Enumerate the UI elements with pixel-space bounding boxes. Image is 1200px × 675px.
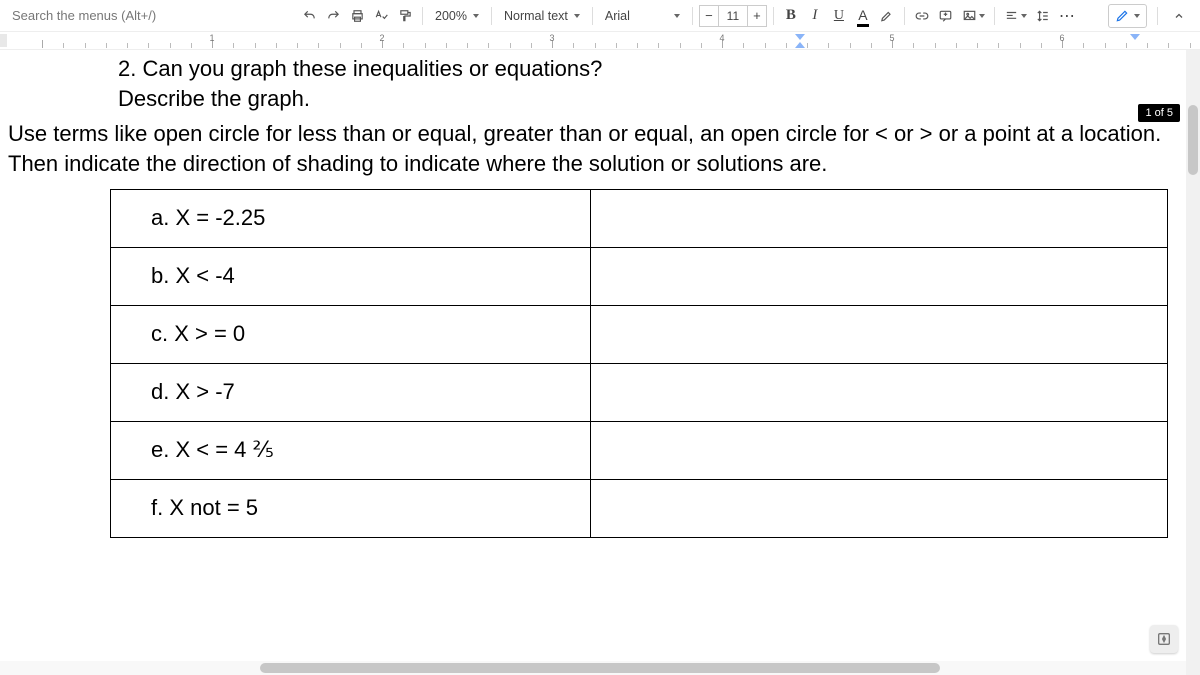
print-button[interactable] (346, 4, 368, 28)
table-cell-expression[interactable]: b. X < -4 (111, 247, 591, 305)
left-indent-marker[interactable] (795, 42, 805, 48)
redo-button[interactable] (322, 4, 344, 28)
separator (994, 7, 995, 25)
paragraph-style-dropdown[interactable]: Normal text (498, 4, 586, 28)
scroll-thumb[interactable] (260, 663, 940, 673)
chevron-down-icon (473, 14, 479, 18)
font-label: Arial (605, 9, 630, 23)
font-size-group: − 11 + (699, 5, 767, 27)
table-row[interactable]: b. X < -4 (111, 247, 1168, 305)
vertical-scrollbar[interactable] (1186, 50, 1200, 675)
ruler-number: 4 (719, 33, 724, 43)
inequality-table[interactable]: a. X = -2.25b. X < -4c. X > = 0d. X > -7… (110, 189, 1168, 538)
question-body[interactable]: Use terms like open circle for less than… (8, 119, 1176, 178)
more-button[interactable]: ⋯ (1056, 4, 1079, 28)
font-size-input[interactable]: 11 (719, 5, 747, 27)
insert-image-button[interactable] (959, 4, 988, 28)
ruler-number: 3 (549, 33, 554, 43)
separator (491, 7, 492, 25)
zoom-dropdown[interactable]: 200% (429, 4, 485, 28)
right-indent-marker[interactable] (1130, 34, 1140, 40)
text-color-button[interactable]: A (852, 4, 874, 28)
table-cell-expression[interactable]: a. X = -2.25 (111, 189, 591, 247)
menu-search-input[interactable]: Search the menus (Alt+/) (6, 4, 296, 27)
table-cell-answer[interactable] (590, 363, 1167, 421)
bold-button[interactable]: B (780, 4, 802, 28)
scroll-thumb[interactable] (1188, 105, 1198, 175)
zoom-value: 200% (435, 9, 467, 23)
table-cell-answer[interactable] (590, 479, 1167, 537)
ruler-number: 1 (209, 33, 214, 43)
question-title[interactable]: 2. Can you graph these inequalities or e… (118, 54, 1176, 84)
font-dropdown[interactable]: Arial (599, 4, 686, 28)
ruler-number: 5 (889, 33, 894, 43)
font-size-increase-button[interactable]: + (747, 5, 767, 27)
table-cell-expression[interactable]: d. X > -7 (111, 363, 591, 421)
spellcheck-button[interactable] (370, 4, 392, 28)
table-cell-answer[interactable] (590, 247, 1167, 305)
line-spacing-button[interactable] (1032, 4, 1054, 28)
font-size-decrease-button[interactable]: − (699, 5, 719, 27)
horizontal-scrollbar[interactable] (0, 661, 1186, 675)
table-row[interactable]: f. X not = 5 (111, 479, 1168, 537)
insert-link-button[interactable] (911, 4, 933, 28)
table-row[interactable]: c. X > = 0 (111, 305, 1168, 363)
toolbar: Search the menus (Alt+/) 200% Normal tex… (0, 0, 1200, 32)
page-indicator: 1 of 5 (1138, 104, 1180, 122)
paint-format-button[interactable] (394, 4, 416, 28)
table-cell-expression[interactable]: e. X < = 4 ⅖ (111, 421, 591, 479)
separator (692, 7, 693, 25)
highlight-button[interactable] (876, 4, 898, 28)
chevron-down-icon (674, 14, 680, 18)
align-button[interactable] (1001, 4, 1030, 28)
hide-menus-button[interactable] (1168, 4, 1190, 28)
undo-button[interactable] (298, 4, 320, 28)
separator (1157, 7, 1158, 25)
document-area[interactable]: 2. Can you graph these inequalities or e… (0, 50, 1184, 675)
table-row[interactable]: e. X < = 4 ⅖ (111, 421, 1168, 479)
table-cell-answer[interactable] (590, 421, 1167, 479)
chevron-down-icon (979, 14, 985, 18)
table-cell-expression[interactable]: c. X > = 0 (111, 305, 591, 363)
separator (773, 7, 774, 25)
table-cell-expression[interactable]: f. X not = 5 (111, 479, 591, 537)
question-subtitle[interactable]: Describe the graph. (118, 84, 1176, 114)
table-row[interactable]: a. X = -2.25 (111, 189, 1168, 247)
chevron-down-icon (1134, 14, 1140, 18)
explore-button[interactable] (1150, 625, 1178, 653)
separator (422, 7, 423, 25)
insert-comment-button[interactable] (935, 4, 957, 28)
ruler[interactable]: 1 2 3 4 5 6 (0, 32, 1200, 50)
separator (904, 7, 905, 25)
table-cell-answer[interactable] (590, 189, 1167, 247)
chevron-down-icon (1021, 14, 1027, 18)
ruler-number: 6 (1059, 33, 1064, 43)
first-line-indent-marker[interactable] (795, 34, 805, 40)
style-label: Normal text (504, 9, 568, 23)
underline-button[interactable]: U (828, 4, 850, 28)
italic-button[interactable]: I (804, 4, 826, 28)
separator (592, 7, 593, 25)
chevron-down-icon (574, 14, 580, 18)
table-row[interactable]: d. X > -7 (111, 363, 1168, 421)
editing-mode-button[interactable] (1108, 4, 1147, 28)
ruler-number: 2 (379, 33, 384, 43)
table-cell-answer[interactable] (590, 305, 1167, 363)
